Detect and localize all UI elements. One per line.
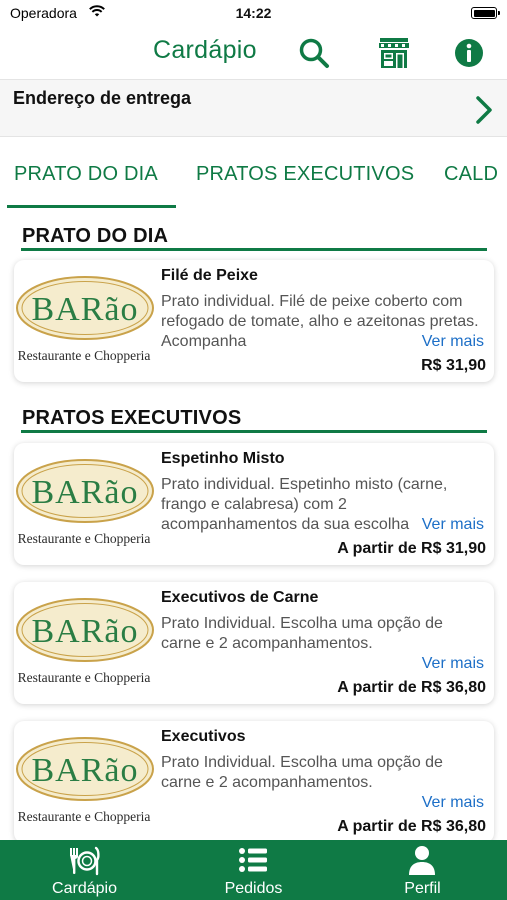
info-icon[interactable] bbox=[452, 36, 486, 70]
logo-brand-text: BARão bbox=[32, 752, 139, 789]
see-more-link[interactable]: Ver mais bbox=[417, 655, 484, 673]
delivery-address-label: Endereço de entrega bbox=[13, 88, 192, 108]
menu-item-price: A partir de R$ 31,90 bbox=[337, 540, 486, 557]
section-title-pratos-executivos: PRATOS EXECUTIVOS bbox=[22, 407, 242, 429]
battery-icon bbox=[471, 7, 500, 19]
status-bar: Operadora 14:22 bbox=[0, 0, 507, 28]
top-bar: Cardápio bbox=[0, 28, 507, 78]
section-underline bbox=[21, 430, 487, 433]
logo-brand-text: BARão bbox=[32, 291, 139, 328]
restaurant-logo: BARão Restaurante e Chopperia bbox=[16, 737, 154, 824]
section-underline bbox=[21, 248, 487, 251]
search-icon[interactable] bbox=[297, 36, 331, 70]
logo-brand-text: BARão bbox=[32, 474, 139, 511]
menu-item-card[interactable]: BARão Restaurante e Chopperia Executivos… bbox=[14, 582, 494, 704]
menu-item-price: A partir de R$ 36,80 bbox=[337, 679, 486, 696]
nav-label: Cardápio bbox=[52, 880, 117, 897]
menu-item-price: R$ 31,90 bbox=[421, 357, 486, 374]
nav-label: Perfil bbox=[404, 880, 441, 897]
category-tabs: PRATO DO DIA PRATOS EXECUTIVOS CALD bbox=[0, 137, 507, 209]
nav-item-perfil[interactable]: Perfil bbox=[338, 840, 507, 900]
logo-subtitle-text: Restaurante e Chopperia bbox=[18, 348, 151, 363]
bottom-navigation: Cardápio Pedidos Perfil bbox=[0, 840, 507, 900]
see-more-link[interactable]: Ver mais bbox=[417, 794, 484, 812]
tab-prato-do-dia[interactable]: PRATO DO DIA bbox=[14, 163, 158, 186]
clock: 14:22 bbox=[235, 5, 272, 21]
tab-caldos[interactable]: CALD bbox=[444, 163, 498, 186]
menu-item-card[interactable]: BARão Restaurante e Chopperia Filé de Pe… bbox=[14, 260, 494, 382]
menu-item-price: A partir de R$ 36,80 bbox=[337, 818, 486, 835]
person-icon bbox=[409, 846, 435, 875]
nav-item-pedidos[interactable]: Pedidos bbox=[169, 840, 338, 900]
restaurant-logo: BARão Restaurante e Chopperia bbox=[16, 598, 154, 685]
nav-label: Pedidos bbox=[224, 880, 283, 897]
logo-subtitle-text: Restaurante e Chopperia bbox=[18, 531, 151, 546]
see-more-link[interactable]: Ver mais bbox=[417, 333, 484, 351]
logo-subtitle-text: Restaurante e Chopperia bbox=[18, 809, 151, 824]
page-title: Cardápio bbox=[153, 36, 257, 64]
menu-item-card[interactable]: BARão Restaurante e Chopperia Executivos… bbox=[14, 721, 494, 843]
chevron-right-icon bbox=[476, 96, 492, 124]
restaurant-logo: BARão Restaurante e Chopperia bbox=[16, 276, 154, 363]
menu-item-name: Executivos de Carne bbox=[161, 589, 319, 606]
section-title-prato-do-dia: PRATO DO DIA bbox=[22, 225, 169, 247]
nav-item-cardapio[interactable]: Cardápio bbox=[0, 840, 169, 900]
delivery-address-row[interactable]: Endereço de entrega bbox=[0, 80, 507, 136]
menu-item-name: Filé de Peixe bbox=[161, 267, 258, 284]
logo-subtitle-text: Restaurante e Chopperia bbox=[18, 670, 151, 685]
store-icon[interactable] bbox=[377, 36, 411, 70]
restaurant-logo: BARão Restaurante e Chopperia bbox=[16, 459, 154, 546]
cutlery-icon bbox=[70, 846, 100, 876]
see-more-link[interactable]: Ver mais bbox=[417, 516, 484, 534]
list-icon bbox=[239, 848, 267, 872]
menu-item-name: Executivos bbox=[161, 728, 246, 745]
menu-item-name: Espetinho Misto bbox=[161, 450, 285, 467]
active-tab-indicator bbox=[7, 205, 176, 208]
tab-pratos-executivos[interactable]: PRATOS EXECUTIVOS bbox=[196, 163, 414, 186]
menu-item-card[interactable]: BARão Restaurante e Chopperia Espetinho … bbox=[14, 443, 494, 565]
logo-brand-text: BARão bbox=[32, 613, 139, 650]
